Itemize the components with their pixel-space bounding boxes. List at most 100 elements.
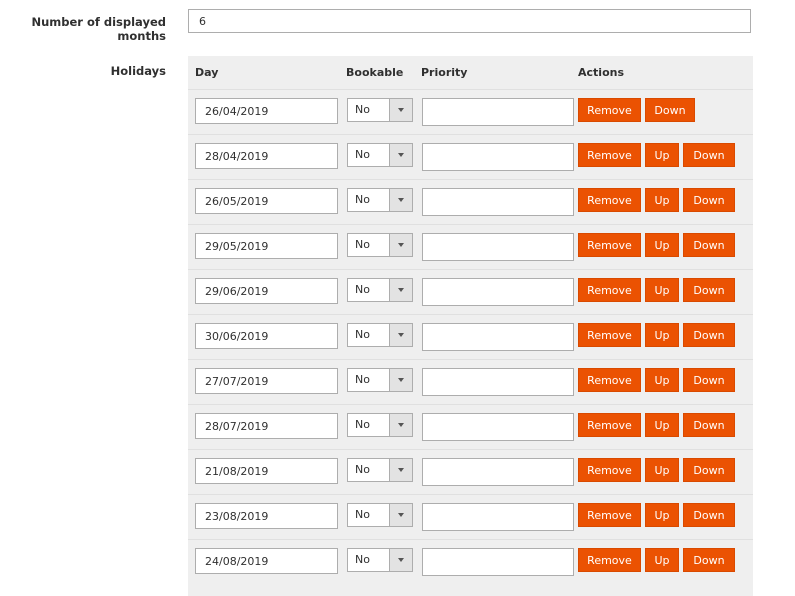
day-input[interactable]: [195, 233, 338, 259]
remove-button[interactable]: Remove: [578, 368, 641, 392]
header-priority: Priority: [421, 66, 468, 79]
bookable-value: No: [355, 508, 370, 521]
down-button[interactable]: Down: [683, 413, 735, 437]
up-button[interactable]: Up: [645, 503, 679, 527]
priority-input[interactable]: [422, 188, 574, 216]
priority-input[interactable]: [422, 548, 574, 576]
chevron-down-icon[interactable]: [389, 369, 412, 391]
header-bookable: Bookable: [346, 66, 404, 79]
down-button[interactable]: Down: [683, 233, 735, 257]
up-button[interactable]: Up: [645, 413, 679, 437]
down-button[interactable]: Down: [683, 548, 735, 572]
chevron-down-icon[interactable]: [389, 504, 412, 526]
header-actions: Actions: [578, 66, 624, 79]
day-input[interactable]: [195, 143, 338, 169]
remove-button[interactable]: Remove: [578, 233, 641, 257]
priority-input[interactable]: [422, 98, 574, 126]
chevron-down-icon[interactable]: [389, 414, 412, 436]
day-input[interactable]: [195, 98, 338, 124]
chevron-down-icon[interactable]: [389, 549, 412, 571]
chevron-down-icon[interactable]: [389, 144, 412, 166]
table-row: No RemoveUpDown: [188, 359, 753, 405]
day-input[interactable]: [195, 458, 338, 484]
bookable-select[interactable]: No: [347, 278, 413, 302]
day-input[interactable]: [195, 188, 338, 214]
down-button[interactable]: Down: [683, 503, 735, 527]
day-input[interactable]: [195, 278, 338, 304]
bookable-select[interactable]: No: [347, 503, 413, 527]
bookable-value: No: [355, 463, 370, 476]
table-row: No RemoveUpDown: [188, 134, 753, 180]
table-row: No RemoveUpDown: [188, 224, 753, 270]
bookable-value: No: [355, 553, 370, 566]
bookable-value: No: [355, 148, 370, 161]
down-button[interactable]: Down: [683, 323, 735, 347]
months-input[interactable]: [188, 9, 751, 33]
up-button[interactable]: Up: [645, 143, 679, 167]
remove-button[interactable]: Remove: [578, 188, 641, 212]
table-row: No RemoveUpDown: [188, 449, 753, 495]
table-row: No RemoveUpDown: [188, 404, 753, 450]
bookable-select[interactable]: No: [347, 548, 413, 572]
priority-input[interactable]: [422, 458, 574, 486]
down-button[interactable]: Down: [683, 368, 735, 392]
priority-input[interactable]: [422, 503, 574, 531]
day-input[interactable]: [195, 503, 338, 529]
remove-button[interactable]: Remove: [578, 458, 641, 482]
chevron-down-icon[interactable]: [389, 324, 412, 346]
remove-button[interactable]: Remove: [578, 323, 641, 347]
priority-input[interactable]: [422, 143, 574, 171]
up-button[interactable]: Up: [645, 278, 679, 302]
bookable-select[interactable]: No: [347, 368, 413, 392]
up-button[interactable]: Up: [645, 188, 679, 212]
bookable-value: No: [355, 103, 370, 116]
remove-button[interactable]: Remove: [578, 548, 641, 572]
up-button[interactable]: Up: [645, 233, 679, 257]
priority-input[interactable]: [422, 323, 574, 351]
up-button[interactable]: Up: [645, 548, 679, 572]
day-input[interactable]: [195, 323, 338, 349]
holidays-grid: Day Bookable Priority Actions NoRemoveDo…: [188, 56, 753, 596]
holidays-label: Holidays: [110, 64, 166, 78]
chevron-down-icon[interactable]: [389, 459, 412, 481]
table-row: No RemoveUpDown: [188, 179, 753, 225]
table-row: No RemoveUpDown: [188, 314, 753, 360]
remove-button[interactable]: Remove: [578, 143, 641, 167]
remove-button[interactable]: Remove: [578, 278, 641, 302]
priority-input[interactable]: [422, 233, 574, 261]
down-button[interactable]: Down: [683, 458, 735, 482]
down-button[interactable]: Down: [645, 98, 695, 122]
bookable-select[interactable]: No: [347, 98, 413, 122]
up-button[interactable]: Up: [645, 458, 679, 482]
bookable-value: No: [355, 418, 370, 431]
remove-button[interactable]: Remove: [578, 413, 641, 437]
bookable-select[interactable]: No: [347, 413, 413, 437]
down-button[interactable]: Down: [683, 143, 735, 167]
bookable-select[interactable]: No: [347, 233, 413, 257]
priority-input[interactable]: [422, 413, 574, 441]
months-label: Number of displayed months: [31, 15, 166, 43]
down-button[interactable]: Down: [683, 278, 735, 302]
up-button[interactable]: Up: [645, 368, 679, 392]
bookable-select[interactable]: No: [347, 323, 413, 347]
remove-button[interactable]: Remove: [578, 503, 641, 527]
priority-input[interactable]: [422, 278, 574, 306]
bookable-select[interactable]: No: [347, 143, 413, 167]
bookable-select[interactable]: No: [347, 458, 413, 482]
bookable-value: No: [355, 373, 370, 386]
priority-input[interactable]: [422, 368, 574, 396]
day-input[interactable]: [195, 368, 338, 394]
header-day: Day: [195, 66, 219, 79]
day-input[interactable]: [195, 413, 338, 439]
chevron-down-icon[interactable]: [389, 279, 412, 301]
chevron-down-icon[interactable]: [389, 189, 412, 211]
down-button[interactable]: Down: [683, 188, 735, 212]
bookable-value: No: [355, 193, 370, 206]
bookable-value: No: [355, 238, 370, 251]
chevron-down-icon[interactable]: [389, 234, 412, 256]
bookable-select[interactable]: No: [347, 188, 413, 212]
up-button[interactable]: Up: [645, 323, 679, 347]
day-input[interactable]: [195, 548, 338, 574]
chevron-down-icon[interactable]: [389, 99, 412, 121]
remove-button[interactable]: Remove: [578, 98, 641, 122]
